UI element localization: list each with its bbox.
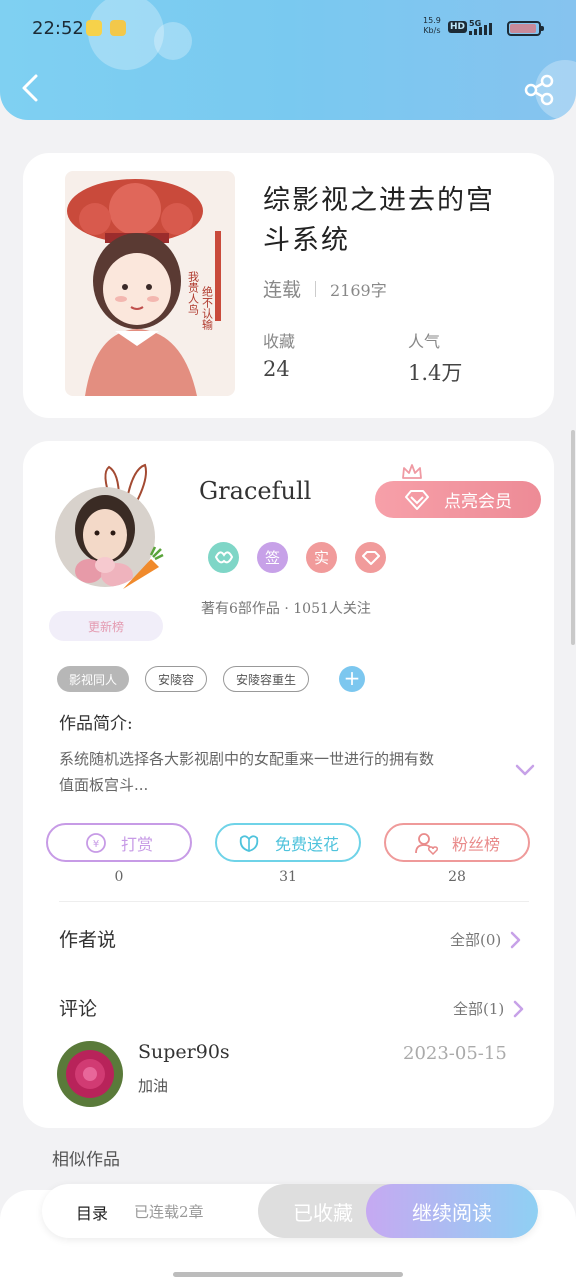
top-header: 22:52 15.9 Kb/s HD 5G — [0, 0, 576, 120]
tag-list: 影视同人 安陵容 安陵容重生 + — [57, 666, 366, 692]
book-cover-illustration: 我贵人鸟 绝不认输 — [65, 171, 235, 396]
comment-text: 加油 — [138, 1077, 169, 1095]
battery-icon — [507, 21, 544, 36]
cover-text: 绝不认输 — [201, 285, 214, 331]
net-speed: 15.9 Kb/s — [423, 16, 441, 36]
book-info-card: 我贵人鸟 绝不认输 综影视之进去的宫斗系统 连载 2169字 收藏 24 人气 … — [23, 153, 554, 418]
author-avatar[interactable] — [53, 463, 168, 598]
net-speed-value: 15.9 — [423, 16, 441, 25]
home-indicator[interactable] — [173, 1272, 403, 1277]
notification-app-icon — [86, 20, 102, 36]
continue-reading-button[interactable]: 继续阅读 — [366, 1184, 538, 1238]
back-icon[interactable] — [18, 72, 46, 104]
word-count: 2169字 — [330, 280, 387, 300]
add-tag-icon[interactable]: + — [339, 666, 366, 692]
tag-item[interactable]: 安陵容 — [145, 666, 208, 692]
commenter-name[interactable]: Super90s — [138, 1041, 230, 1063]
comments-more-link[interactable]: 全部(1) — [453, 998, 524, 1019]
svg-text:¥: ¥ — [93, 839, 99, 850]
hd-icon: HD — [448, 21, 468, 33]
serial-status: 连载 — [263, 279, 302, 301]
fan-ranking-button[interactable]: 粉丝榜 — [384, 823, 530, 862]
book-status: 连载 2169字 — [263, 275, 387, 302]
popularity-label: 人气 — [408, 332, 441, 351]
fan-ranking-label: 粉丝榜 — [451, 834, 500, 854]
vip-label: 点亮会员 — [444, 492, 512, 512]
user-heart-icon — [415, 832, 438, 855]
coin-icon: ¥ — [86, 832, 106, 853]
cover-text: 我贵人鸟 — [187, 271, 200, 316]
diamond-badge-icon[interactable] — [355, 542, 386, 573]
favorites-value: 24 — [263, 357, 290, 381]
bottom-action-bar: 目录 已连载2章 已收藏 继续阅读 — [42, 1184, 538, 1238]
comment-date: 2023-05-15 — [403, 1043, 507, 1064]
vip-button[interactable]: 点亮会员 — [375, 481, 541, 518]
crown-icon — [402, 464, 422, 479]
flower-badge-icon[interactable] — [208, 542, 239, 573]
favorites-label: 收藏 — [263, 332, 296, 351]
send-flower-label: 免费送花 — [274, 834, 339, 854]
separator — [315, 280, 317, 297]
comments-title: 评论 — [59, 998, 98, 1020]
signed-badge[interactable]: 签 — [257, 542, 288, 573]
flower-count: 31 — [279, 869, 297, 885]
status-bar: 22:52 15.9 Kb/s HD 5G — [0, 0, 576, 58]
author-says-more-link[interactable]: 全部(0) — [450, 929, 521, 950]
tag-item[interactable]: 安陵容重生 — [223, 666, 310, 692]
author-meta: 著有6部作品 · 1051人关注 — [201, 601, 371, 617]
tag-item[interactable]: 影视同人 — [57, 666, 130, 692]
carrot-decor — [123, 546, 164, 589]
rank-tag[interactable]: 更新榜 — [49, 611, 163, 641]
net-speed-unit: Kb/s — [423, 26, 441, 35]
similar-works-title: 相似作品 — [52, 1150, 120, 1170]
reward-label: 打赏 — [120, 834, 153, 854]
popularity-value: 1.4万 — [408, 361, 463, 385]
commenter-avatar[interactable] — [57, 1041, 123, 1107]
share-icon[interactable] — [522, 74, 556, 106]
comments-count: 全部(1) — [453, 1000, 505, 1018]
reward-count: 0 — [114, 869, 124, 885]
send-flower-button[interactable]: 免费送花 — [215, 823, 361, 862]
toc-button[interactable]: 目录 — [76, 1200, 108, 1224]
divider — [59, 901, 529, 902]
book-cover[interactable]: 我贵人鸟 绝不认输 — [65, 171, 235, 396]
network-type-label: 5G — [469, 19, 481, 28]
author-says-title: 作者说 — [59, 929, 117, 951]
serial-info: 已连载2章 — [134, 1203, 204, 1221]
chevron-right-icon — [514, 1000, 524, 1017]
book-title: 综影视之进去的宫斗系统 — [263, 185, 495, 256]
author-says-count: 全部(0) — [450, 931, 502, 949]
scrollbar[interactable] — [571, 430, 575, 645]
author-name[interactable]: Gracefull — [199, 477, 311, 505]
chevron-down-icon[interactable] — [515, 763, 535, 777]
reward-button[interactable]: ¥ 打赏 — [46, 823, 192, 862]
verified-badge[interactable]: 实 — [306, 542, 337, 573]
intro-title: 作品简介: — [59, 714, 133, 734]
author-card: 更新榜 Gracefull 点亮会员 签 实 著有6部作品 · 1051人关注 … — [23, 441, 554, 1128]
notification-app-icon — [110, 20, 126, 36]
chevron-right-icon — [511, 931, 521, 948]
status-time: 22:52 — [32, 18, 84, 39]
intro-text: 系统随机选择各大影视剧中的女配重来一世进行的拥有数值面板宫斗... — [59, 750, 435, 794]
signal-icon: 5G — [469, 19, 492, 35]
flower-icon — [239, 834, 259, 852]
diamond-icon — [405, 489, 429, 510]
fan-count: 28 — [448, 869, 466, 885]
